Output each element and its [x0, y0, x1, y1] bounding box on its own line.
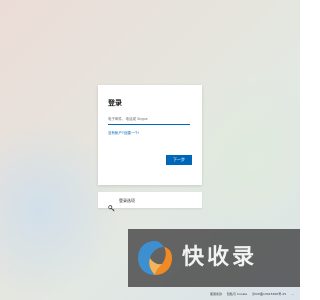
create-account-link[interactable]: 没有帐户?创建一个!	[108, 131, 192, 136]
login-page: 登录 电子邮件、电话或 Skype 没有帐户?创建一个! 下一步 登录选项 快收…	[0, 0, 300, 300]
footer: 使用条款 隐私与 Cookie 沪ICP备13015306号-25 ...	[210, 292, 294, 297]
watermark-logo	[134, 237, 176, 279]
signin-options-button[interactable]: 登录选项	[98, 192, 202, 211]
signin-options-label: 登录选项	[119, 197, 135, 203]
more-options-link[interactable]: ...	[291, 292, 294, 297]
icp-link[interactable]: 沪ICP备13015306号-25	[252, 292, 286, 297]
watermark-text: 快收录	[182, 245, 258, 270]
next-button[interactable]: 下一步	[166, 155, 192, 165]
page-title: 登录	[108, 99, 122, 107]
terms-link[interactable]: 使用条款	[210, 292, 222, 297]
login-card: 登录 电子邮件、电话或 Skype 没有帐户?创建一个! 下一步	[98, 85, 202, 185]
email-phone-skype-input[interactable]: 电子邮件、电话或 Skype	[108, 114, 190, 125]
watermark: 快收录	[128, 229, 300, 287]
key-icon	[108, 197, 115, 211]
privacy-link[interactable]: 隐私与 Cookie	[227, 292, 247, 297]
